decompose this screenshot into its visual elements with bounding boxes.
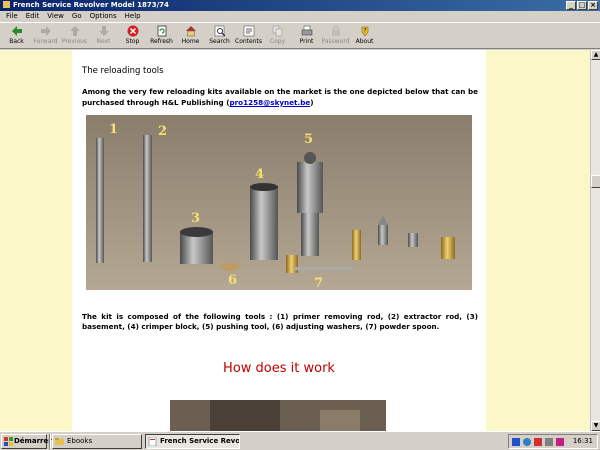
home-button[interactable]: Home (176, 23, 205, 49)
previous-button[interactable]: Previous (60, 23, 89, 49)
folder-icon (55, 438, 64, 445)
contents-button[interactable]: Contents (234, 23, 263, 49)
menu-edit[interactable]: Edit (22, 11, 44, 22)
back-button[interactable]: Back (2, 23, 31, 49)
forward-label: Forward (33, 38, 58, 45)
antivirus-icon[interactable] (534, 438, 542, 446)
menu-help[interactable]: Help (121, 11, 145, 22)
photo-label-6: 6 (228, 273, 237, 288)
page-content: The reloading tools Among the very few r… (72, 50, 486, 431)
about-icon: ? (359, 25, 371, 37)
password-button[interactable]: Password (321, 23, 350, 49)
menu-options[interactable]: Options (86, 11, 121, 22)
next-label: Next (96, 38, 111, 45)
search-label: Search (209, 38, 230, 45)
app-icon (3, 1, 10, 8)
taskbar-item-label: Ebooks (67, 437, 93, 445)
print-icon (301, 25, 313, 37)
previous-label: Previous (61, 38, 88, 45)
taskbar: Démarrer Ebooks French Service Revol... … (0, 431, 600, 450)
contents-label: Contents (235, 38, 262, 45)
clock[interactable]: 16:31 (573, 435, 593, 448)
reloading-kit-photo: 1 2 3 4 5 6 7 (86, 115, 472, 291)
window-titlebar[interactable]: French Service Revolver Model 1873/74 _ … (0, 0, 600, 11)
back-label: Back (9, 38, 24, 45)
intro-end: ) (310, 98, 314, 107)
start-button[interactable]: Démarrer (1, 434, 52, 449)
password-icon (330, 25, 342, 37)
arrow-left-icon (11, 25, 23, 37)
stop-icon (127, 25, 139, 37)
photo-label-2: 2 (158, 124, 167, 139)
scroll-up-button[interactable]: ▲ (591, 50, 600, 60)
scroll-thumb[interactable] (591, 175, 600, 188)
taskbar-item-ebooks[interactable]: Ebooks (52, 434, 142, 449)
tray-app-icon[interactable] (556, 438, 564, 446)
network-icon[interactable] (523, 438, 531, 446)
refresh-label: Refresh (150, 38, 173, 45)
copy-label: Copy (269, 38, 286, 45)
search-icon (214, 25, 226, 37)
minimize-button[interactable]: _ (566, 1, 576, 10)
arrow-up-icon (69, 25, 81, 37)
menu-bar: File Edit View Go Options Help (0, 11, 600, 22)
close-button[interactable]: × (588, 1, 598, 10)
search-button[interactable]: Search (205, 23, 234, 49)
taskbar-separator (49, 434, 51, 449)
refresh-icon (156, 25, 168, 37)
print-button[interactable]: Print (292, 23, 321, 49)
system-tray: 16:31 (508, 434, 598, 449)
vertical-scrollbar[interactable]: ▲ ▼ (590, 50, 600, 431)
about-button[interactable]: ? About (350, 23, 379, 49)
print-label: Print (299, 38, 314, 45)
menu-go[interactable]: Go (68, 11, 86, 22)
home-icon (185, 25, 197, 37)
refresh-button[interactable]: Refresh (147, 23, 176, 49)
volume-icon[interactable] (545, 438, 553, 446)
home-label: Home (181, 38, 200, 45)
photo-label-1: 1 (109, 122, 118, 137)
email-link[interactable]: pro1258@skynet.be (229, 98, 310, 107)
page-heading: The reloading tools (82, 66, 164, 76)
photo-label-4: 4 (255, 167, 264, 182)
password-label: Password (321, 38, 350, 45)
arrow-down-icon (98, 25, 110, 37)
kit-description: The kit is composed of the following too… (82, 312, 478, 331)
taskbar-item-label: French Service Revol... (160, 437, 240, 445)
photo-label-7: 7 (314, 276, 323, 290)
window-title: French Service Revolver Model 1873/74 (13, 1, 169, 9)
intro-paragraph: Among the very few reloading kits availa… (82, 86, 478, 108)
windows-logo-icon (4, 437, 13, 446)
menu-file[interactable]: File (2, 11, 22, 22)
contents-icon (243, 25, 255, 37)
photo-label-5: 5 (304, 132, 313, 147)
section-heading: How does it work (223, 361, 335, 376)
next-button[interactable]: Next (89, 23, 118, 49)
toolbar: Back Forward Previous Next Stop Refresh … (0, 22, 600, 49)
stop-button[interactable]: Stop (118, 23, 147, 49)
photo-label-3: 3 (191, 211, 200, 226)
language-icon[interactable] (512, 438, 520, 446)
taskbar-item-french-revolver[interactable]: French Service Revol... (145, 434, 240, 449)
help-document-icon (148, 437, 157, 446)
copy-button[interactable]: Copy (263, 23, 292, 49)
scroll-down-button[interactable]: ▼ (591, 421, 600, 431)
start-label: Démarrer (14, 437, 52, 445)
menu-view[interactable]: View (43, 11, 68, 22)
maximize-button[interactable]: □ (577, 1, 587, 10)
arrow-right-icon (40, 25, 52, 37)
forward-button[interactable]: Forward (31, 23, 60, 49)
document-viewport[interactable]: The reloading tools Among the very few r… (0, 50, 590, 431)
about-label: About (355, 38, 374, 45)
stop-label: Stop (125, 38, 140, 45)
second-photo (170, 400, 386, 431)
svg-text:?: ? (363, 28, 366, 35)
copy-icon (272, 25, 284, 37)
